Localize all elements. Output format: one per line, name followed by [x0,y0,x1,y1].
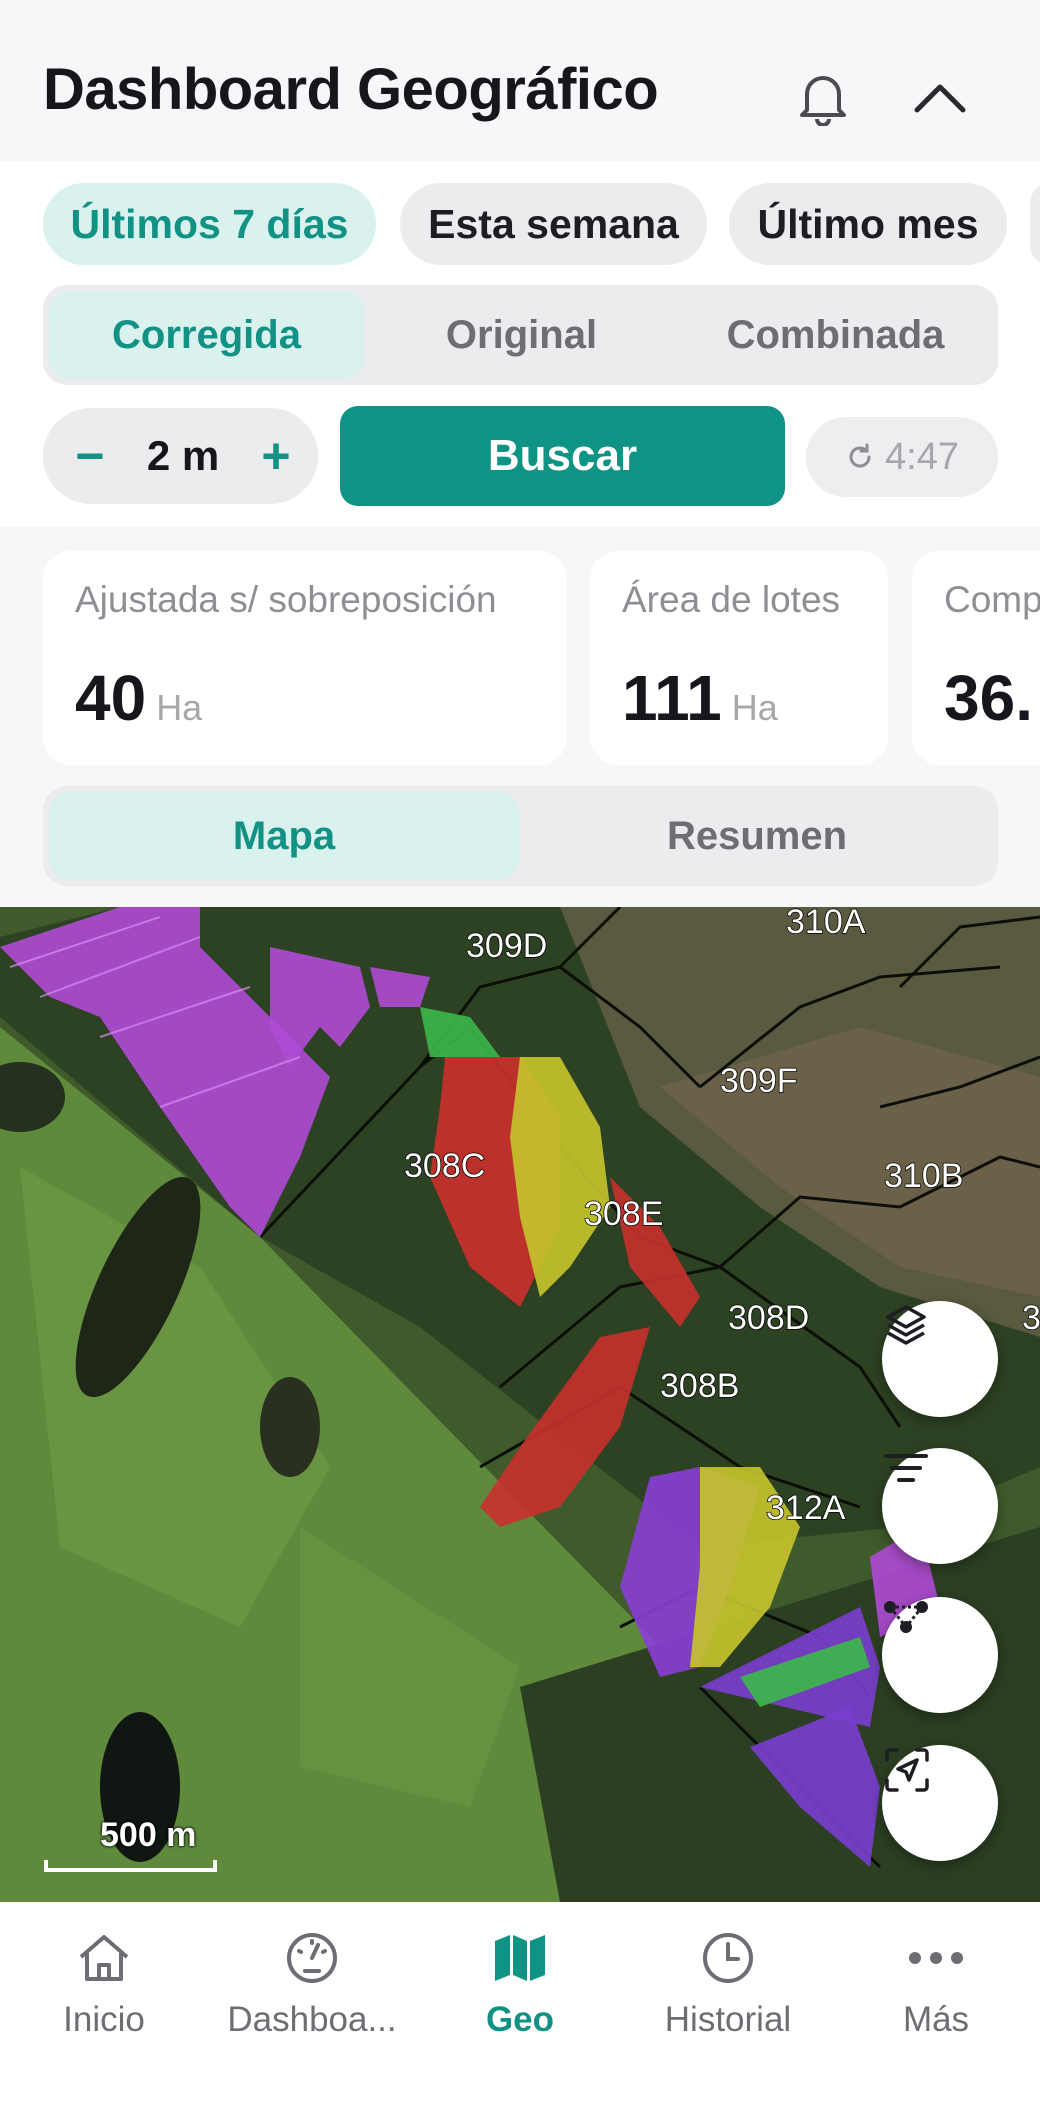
lot-label: 312A [766,1489,846,1527]
chip-last-month[interactable]: Último mes [729,183,1007,265]
page-title: Dashboard Geográfico [43,57,659,122]
lot-label: 309D [466,927,547,965]
nav-label: Más [902,2000,970,2039]
stat-number: 111 [622,662,722,734]
nav-geo[interactable]: Geo [416,1928,624,2048]
nav-label: Inicio [63,2000,145,2039]
nav-mas[interactable]: Más [832,1928,1040,2048]
filter-lines-icon [884,1454,928,1482]
stat-card-lot-area: Área de lotes 111 Ha [590,551,888,765]
view-mode-segmented: Corregida Original Combinada [43,285,998,385]
tab-label: Mapa [232,813,336,858]
stat-label: Ajustada s/ sobreposición [75,579,497,620]
more-dots-icon [906,1928,966,1988]
app-header: Dashboard Geográfico [0,0,1040,161]
increment-button[interactable]: + [241,408,311,504]
nav-label: Geo [485,2000,555,2039]
filters-panel: Últimos 7 días Esta semana Último mes Co… [0,161,1040,527]
layers-icon [886,1305,926,1345]
stat-value: 40 Ha [75,661,202,735]
nodes-button[interactable] [882,1597,998,1713]
nav-historial[interactable]: Historial [624,1928,832,2048]
lot-label: 309F [720,1062,798,1100]
scale-label: 500 m [100,1816,197,1854]
gauge-icon [282,1928,342,1988]
home-icon [74,1928,134,1988]
nav-label: Dashboa... [227,2000,397,2039]
search-button[interactable]: Buscar [340,406,785,506]
stats-panel: Ajustada s/ sobreposición 40 Ha Área de l… [0,527,1040,907]
nav-dashboard[interactable]: Dashboa... [208,1928,416,2048]
lot-label: 310B [884,1157,963,1195]
bell-icon[interactable] [787,62,859,134]
nav-inicio[interactable]: Inicio [0,1928,208,2048]
stat-value: 36. [944,661,1033,735]
stat-value: 111 Ha [622,661,778,735]
locate-icon [885,1748,929,1792]
satellite-map[interactable]: 309D 310A 309F 308C 310B 308E 308D 308B … [0,907,1040,1902]
chevron-up-icon[interactable] [904,62,976,134]
chip-last-7-days[interactable]: Últimos 7 días [43,183,376,265]
stat-number: 36. [944,662,1033,734]
stepper-value: 2 m [146,432,220,479]
segment-corregida[interactable]: Corregida [49,291,364,379]
chip-this-week[interactable]: Esta semana [400,183,707,265]
tab-label: Resumen [666,813,848,858]
chip-label: Últimos 7 días [70,200,349,247]
bottom-navigation: Inicio Dashboa... Geo Historial Más [0,1902,1040,2122]
lot-label: 308C [404,1147,485,1185]
segment-combinada[interactable]: Combinada [679,291,992,379]
nav-label: Historial [664,2000,792,2039]
stat-card-adjusted: Ajustada s/ sobreposición 40 Ha [43,551,567,765]
distance-stepper: − 2 m + [43,408,318,504]
chip-label: Esta semana [428,200,679,247]
scale-bar [44,1860,217,1872]
lot-label: 308E [584,1195,663,1233]
nodes-icon [884,1601,928,1633]
chip-overflow[interactable] [1030,183,1040,265]
map-icon [490,1928,550,1988]
layers-button[interactable] [882,1301,998,1417]
lot-label: 3 [1022,1299,1040,1337]
lot-label: 310A [786,907,866,941]
refresh-timer[interactable]: 4:47 [806,417,998,497]
tab-mapa[interactable]: Mapa [49,792,519,880]
tab-resumen[interactable]: Resumen [522,792,992,880]
refresh-icon [849,443,871,468]
segment-label: Corregida [112,312,301,357]
filter-button[interactable] [882,1448,998,1564]
segment-label: Original [445,312,598,357]
lot-label: 308B [660,1367,739,1405]
stat-label: Comp [944,579,1040,620]
lot-label: 308D [728,1299,809,1337]
stat-unit: Ha [731,687,778,728]
stat-card-comp: Comp 36. [912,551,1040,765]
segment-label: Combinada [726,312,945,357]
chip-label: Último mes [757,200,979,247]
panel-tabs: Mapa Resumen [43,786,998,886]
stat-label: Área de lotes [622,579,841,620]
decrement-button[interactable]: − [55,408,125,504]
stat-unit: Ha [156,687,203,728]
timer-value: 4:47 [885,435,959,478]
stat-number: 40 [75,662,147,734]
segment-original[interactable]: Original [364,291,679,379]
locate-button[interactable] [882,1745,998,1861]
clock-icon [698,1928,758,1988]
